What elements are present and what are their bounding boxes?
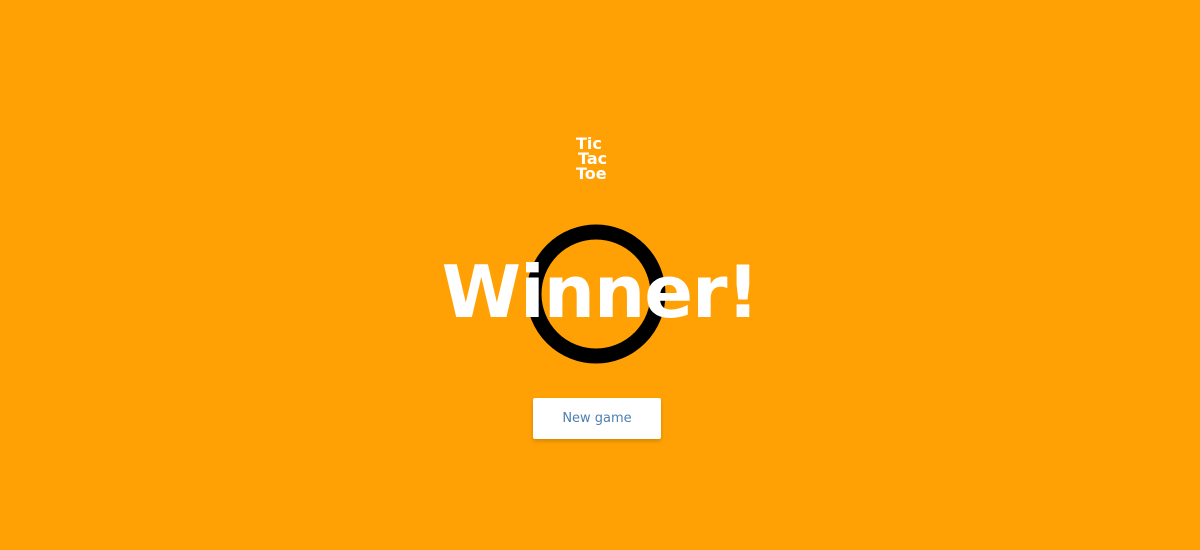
new-game-button[interactable]: New game [533,398,661,439]
winner-banner: Winner! [0,220,1200,370]
logo-line-toe: Toe [576,164,607,183]
app-logo: Tic Tac Toe [576,136,620,183]
winner-title: Winner! [441,250,760,334]
